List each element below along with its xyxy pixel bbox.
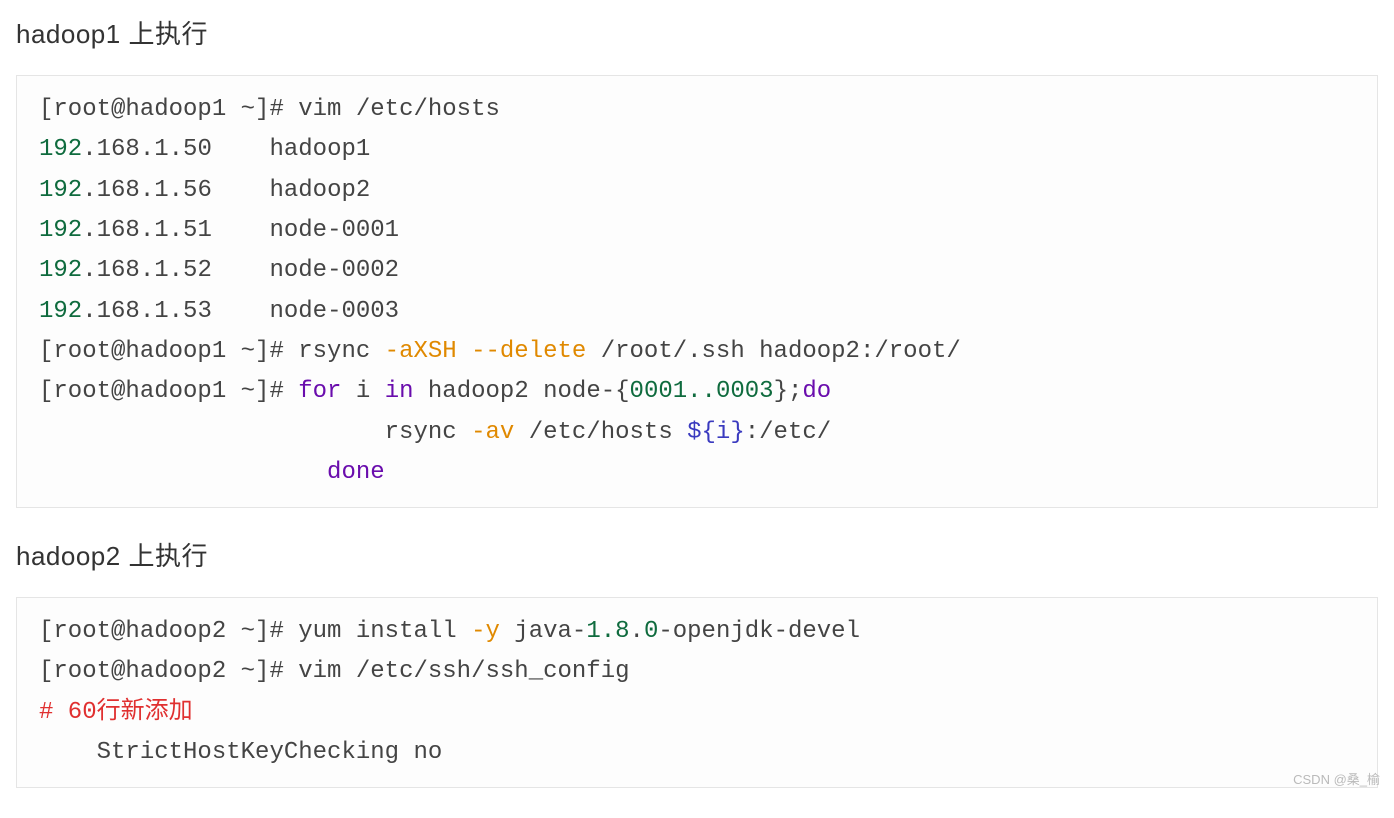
watermark: CSDN @桑_榆 — [1293, 769, 1380, 788]
dot: . — [630, 618, 644, 645]
keyword-done: done — [327, 459, 385, 486]
cmd-rsync-args: /etc/hosts — [514, 419, 687, 446]
for-var: i — [341, 378, 384, 405]
ssh-config-line: StrictHostKeyChecking no — [97, 739, 443, 766]
code-block-hadoop1: [root@hadoop1 ~]# vim /etc/hosts 192.168… — [16, 75, 1378, 508]
code-block-hadoop2: [root@hadoop2 ~]# yum install -y java-1.… — [16, 597, 1378, 788]
hostname: hadoop2 — [269, 177, 370, 204]
cmd-rsync-dest: :/etc/ — [745, 419, 831, 446]
indent — [39, 739, 97, 766]
version-num: 1.8 — [586, 618, 629, 645]
for-range: 0001..0003 — [630, 378, 774, 405]
cmd-rsync-args: /root/.ssh hadoop2:/root/ — [586, 338, 960, 365]
shell-prompt: [root@hadoop1 ~]# — [39, 338, 284, 365]
cmd-rsync: rsync — [298, 338, 384, 365]
hostname: hadoop1 — [269, 136, 370, 163]
section-title-hadoop2: hadoop2 上执行 — [16, 536, 1378, 573]
hostname: node-0001 — [269, 217, 399, 244]
cmd-vim-ssh: vim /etc/ssh/ssh_config — [298, 658, 629, 685]
ip-octet: 192 — [39, 217, 82, 244]
for-brace: }; — [774, 378, 803, 405]
ip-octet: 192 — [39, 136, 82, 163]
shell-prompt: [root@hadoop1 ~]# — [39, 378, 284, 405]
code-comment: # 60行新添加 — [39, 699, 193, 726]
shell-prompt: [root@hadoop2 ~]# — [39, 618, 284, 645]
ip-rest: .168.1.51 — [82, 217, 212, 244]
for-list: hadoop2 node-{ — [414, 378, 630, 405]
ip-octet: 192 — [39, 177, 82, 204]
cmd-rsync: rsync — [385, 419, 471, 446]
shell-prompt: [root@hadoop2 ~]# — [39, 658, 284, 685]
shell-prompt: [root@hadoop1 ~]# — [39, 96, 284, 123]
indent — [39, 419, 385, 446]
cmd-yum: yum install — [298, 618, 471, 645]
keyword-do: do — [802, 378, 831, 405]
cmd-flag: -aXSH --delete — [385, 338, 587, 365]
ip-rest: .168.1.50 — [82, 136, 212, 163]
cmd-flag: -y — [471, 618, 500, 645]
indent — [39, 459, 327, 486]
ip-rest: .168.1.56 — [82, 177, 212, 204]
ip-octet: 192 — [39, 298, 82, 325]
ip-rest: .168.1.53 — [82, 298, 212, 325]
cmd-yum-pkg: java- — [500, 618, 586, 645]
cmd-vim-hosts: vim /etc/hosts — [298, 96, 500, 123]
ip-rest: .168.1.52 — [82, 257, 212, 284]
hostname: node-0003 — [269, 298, 399, 325]
cmd-yum-pkg-suffix: -openjdk-devel — [658, 618, 860, 645]
section-title-hadoop1: hadoop1 上执行 — [16, 14, 1378, 51]
hostname: node-0002 — [269, 257, 399, 284]
cmd-flag: -av — [471, 419, 514, 446]
keyword-for: for — [298, 378, 341, 405]
ip-octet: 192 — [39, 257, 82, 284]
shell-variable: ${i} — [687, 419, 745, 446]
keyword-in: in — [385, 378, 414, 405]
version-num: 0 — [644, 618, 658, 645]
